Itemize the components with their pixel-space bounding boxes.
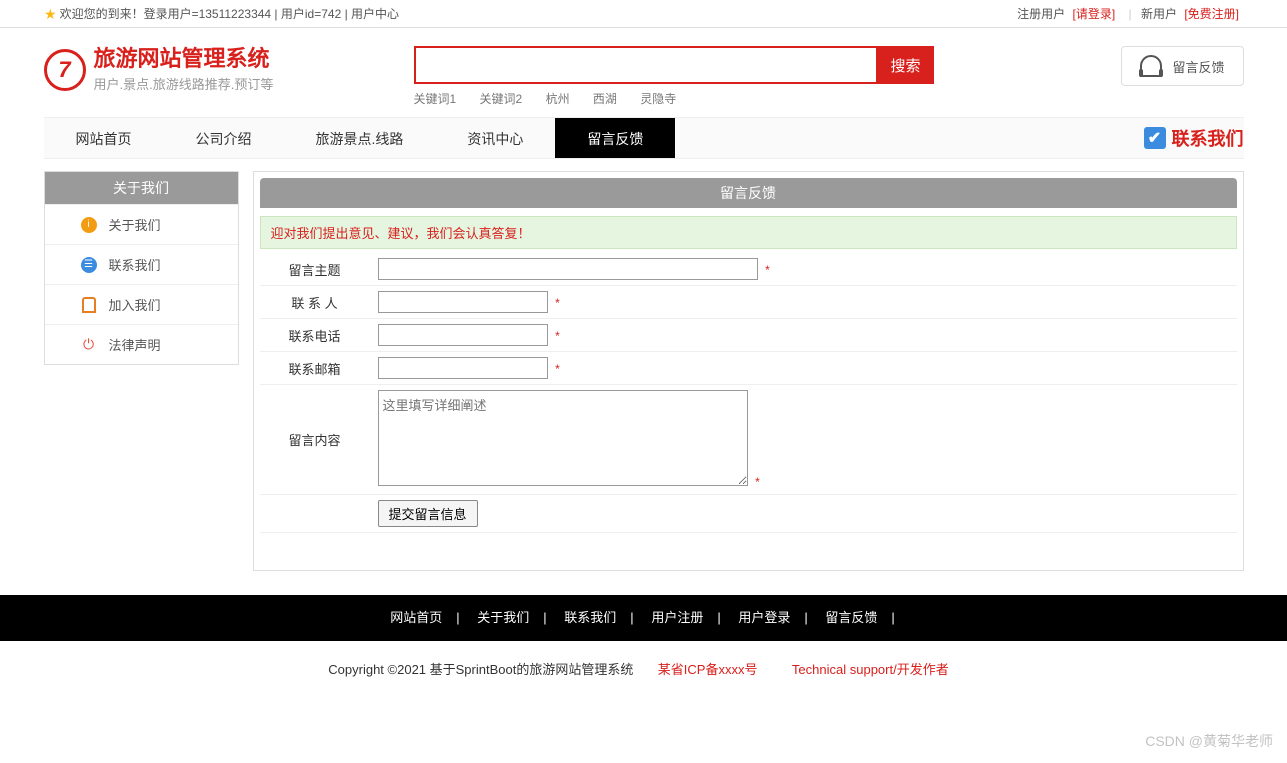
watermark: CSDN @黄菊华老师	[1145, 731, 1273, 751]
subject-input[interactable]	[378, 258, 758, 280]
sidebar-item-join[interactable]: 加入我们	[45, 284, 238, 324]
required-mark: *	[755, 475, 760, 489]
search-button[interactable]: 搜索	[878, 46, 934, 84]
search-block: 搜索 关键词1 关键词2 杭州 西湖 灵隐寺	[414, 46, 934, 107]
sidebar: 关于我们 i 关于我们 ☰ 联系我们 加入我们 ⏻ 法律声明	[44, 171, 239, 365]
headset-icon	[1140, 55, 1162, 77]
search-input[interactable]	[414, 46, 878, 84]
contact-input[interactable]	[378, 291, 548, 313]
sidebar-item-label: 联系我们	[109, 255, 161, 274]
required-mark: *	[555, 329, 560, 343]
email-input[interactable]	[378, 357, 548, 379]
info-icon: i	[81, 217, 97, 233]
free-reg-link[interactable]: [免费注册]	[1184, 7, 1239, 21]
nav-routes[interactable]: 旅游景点.线路	[284, 118, 436, 158]
copyright-text: Copyright ©2021 基于SprintBoot的旅游网站管理系统	[328, 662, 633, 677]
icp-link[interactable]: 某省ICP备xxxx号	[658, 662, 758, 677]
label-contact: 联 系 人	[260, 286, 370, 319]
footer-link[interactable]: 留言反馈	[825, 610, 877, 625]
contact-us-label: 联系我们	[1172, 125, 1244, 151]
label-empty	[260, 495, 370, 533]
keyword-row: 关键词1 关键词2 杭州 西湖 灵隐寺	[414, 90, 934, 107]
nav-feedback[interactable]: 留言反馈	[555, 118, 675, 158]
site-subtitle: 用户.景点.旅游线路推荐.预订等	[94, 74, 274, 93]
required-mark: *	[555, 362, 560, 376]
content-panel: 留言反馈 迎对我们提出意见、建议，我们会认真答复！ 留言主题 * 联 系 人 *	[253, 171, 1244, 571]
contact-us-link[interactable]: ✔ 联系我们	[1144, 118, 1244, 158]
copyright-bar: Copyright ©2021 基于SprintBoot的旅游网站管理系统 某省…	[0, 641, 1287, 696]
reg-user-label: 注册用户	[1017, 7, 1065, 21]
sidebar-item-about[interactable]: i 关于我们	[45, 204, 238, 244]
header: 7 旅游网站管理系统 用户.景点.旅游线路推荐.预订等 搜索 关键词1 关键词2…	[44, 28, 1244, 117]
sidebar-item-legal[interactable]: ⏻ 法律声明	[45, 324, 238, 364]
main-area: 关于我们 i 关于我们 ☰ 联系我们 加入我们 ⏻ 法律声明 留言反馈 迎对我们…	[44, 159, 1244, 595]
phone-input[interactable]	[378, 324, 548, 346]
footer-link[interactable]: 网站首页	[390, 610, 442, 625]
required-mark: *	[555, 296, 560, 310]
divider-icon: |	[1129, 7, 1132, 21]
feedback-button-label: 留言反馈	[1172, 57, 1224, 76]
footer-link[interactable]: 关于我们	[477, 610, 529, 625]
topbar-right: 注册用户 [请登录] | 新用户 [免费注册]	[1017, 0, 1243, 27]
panel-title: 留言反馈	[260, 178, 1237, 208]
main-nav: 网站首页 公司介绍 旅游景点.线路 资讯中心 留言反馈 ✔ 联系我们	[44, 117, 1244, 159]
feedback-button[interactable]: 留言反馈	[1121, 46, 1243, 86]
sidebar-item-contact[interactable]: ☰ 联系我们	[45, 244, 238, 284]
clipboard-icon: ☰	[81, 257, 97, 273]
notice-bar: 迎对我们提出意见、建议，我们会认真答复！	[260, 216, 1237, 249]
nav-news[interactable]: 资讯中心	[435, 118, 555, 158]
logo-block[interactable]: 7 旅游网站管理系统 用户.景点.旅游线路推荐.预订等	[44, 46, 414, 93]
nav-company[interactable]: 公司介绍	[164, 118, 284, 158]
welcome-text[interactable]: 欢迎您的到来！登录用户=13511223344 | 用户id=742 | 用户中…	[60, 0, 399, 28]
sidebar-item-label: 关于我们	[109, 215, 161, 234]
sidebar-header: 关于我们	[45, 172, 238, 204]
checkmark-icon: ✔	[1144, 127, 1166, 149]
keyword-link[interactable]: 杭州	[546, 92, 570, 106]
label-email: 联系邮箱	[260, 352, 370, 385]
footer-link[interactable]: 用户登录	[738, 610, 790, 625]
footer-link[interactable]: 用户注册	[651, 610, 703, 625]
tech-support-link[interactable]: Technical support/开发作者	[792, 662, 949, 677]
label-subject: 留言主题	[260, 253, 370, 286]
logo-icon: 7	[44, 49, 86, 91]
new-user-label: 新用户	[1141, 7, 1177, 21]
label-body: 留言内容	[260, 385, 370, 495]
site-title: 旅游网站管理系统	[94, 46, 274, 72]
required-mark: *	[765, 263, 770, 277]
keyword-link[interactable]: 关键词2	[480, 92, 523, 106]
message-textarea[interactable]	[378, 390, 748, 486]
nav-home[interactable]: 网站首页	[44, 118, 164, 158]
star-icon: ★	[44, 0, 57, 28]
power-icon: ⏻	[81, 337, 97, 353]
topbar: ★ 欢迎您的到来！登录用户=13511223344 | 用户id=742 | 用…	[0, 0, 1287, 28]
submit-button[interactable]: 提交留言信息	[378, 500, 478, 527]
sidebar-item-label: 加入我们	[109, 295, 161, 314]
label-phone: 联系电话	[260, 319, 370, 352]
keyword-link[interactable]: 灵隐寺	[640, 92, 676, 106]
topbar-left: ★ 欢迎您的到来！登录用户=13511223344 | 用户id=742 | 用…	[44, 0, 399, 27]
sidebar-item-label: 法律声明	[109, 335, 161, 354]
footer-link[interactable]: 联系我们	[564, 610, 616, 625]
login-link[interactable]: [请登录]	[1072, 7, 1115, 21]
header-feedback-block: 留言反馈	[1121, 46, 1243, 86]
keyword-link[interactable]: 西湖	[593, 92, 617, 106]
footer-nav: 网站首页| 关于我们| 联系我们| 用户注册| 用户登录| 留言反馈|	[0, 595, 1287, 641]
feedback-form: 留言主题 * 联 系 人 * 联系电话	[260, 253, 1237, 533]
keyword-link[interactable]: 关键词1	[414, 92, 457, 106]
lock-icon	[81, 297, 97, 313]
